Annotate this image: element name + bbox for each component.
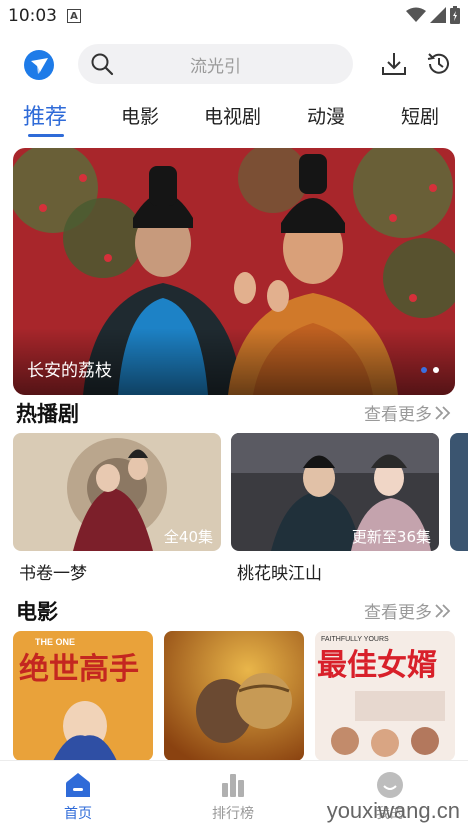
app-logo-icon[interactable] [22, 48, 56, 82]
poster-text: THE ONE [35, 637, 75, 647]
status-bar: 10:03 A [0, 0, 468, 32]
nav-item-ranking[interactable]: 排行榜 [193, 771, 273, 823]
hot-section-header: 热播剧 查看更多 [0, 398, 468, 428]
hot-drama-card[interactable]: 更新至36集 桃花映江山 [231, 433, 439, 584]
top-bar: 流光引 [0, 38, 468, 92]
section-title-hot: 热播剧 [16, 402, 79, 426]
double-chevron-right-icon [435, 405, 451, 420]
watermark-text: youxiwang.cn [326, 798, 460, 823]
poster-text: FAITHFULLY YOURS [321, 636, 389, 643]
movie-poster-card[interactable]: FAITHFULLY YOURS 最佳女婿 [315, 631, 455, 761]
notification-a-icon: A [67, 9, 81, 23]
tab-recommend[interactable]: 推荐 [23, 99, 67, 131]
view-more-hot[interactable]: 查看更多 [364, 400, 452, 425]
wifi-icon [406, 7, 426, 22]
tab-short-drama[interactable]: 短剧 [401, 102, 439, 129]
signal-icon [430, 7, 446, 23]
drama-title: 桃花映江山 [237, 564, 322, 584]
drama-title: 书卷一梦 [19, 564, 87, 584]
poster-image: FAITHFULLY YOURS 最佳女婿 [315, 631, 455, 761]
smiley-profile-icon [377, 772, 403, 798]
bar-chart-icon [222, 774, 244, 797]
episode-badge: 更新至36集 [351, 528, 431, 546]
tab-anime[interactable]: 动漫 [307, 102, 345, 129]
pagination-dot-active [421, 367, 427, 373]
hot-drama-thumbnail: 全40集 [13, 433, 221, 551]
nav-label-ranking: 排行榜 [212, 806, 254, 822]
status-time: 10:03 [8, 6, 57, 26]
tab-active-indicator [28, 134, 64, 137]
poster-text: 绝世高手 [19, 652, 139, 687]
search-bar[interactable]: 流光引 [78, 44, 353, 84]
search-placeholder: 流光引 [190, 56, 241, 77]
movie-poster-card[interactable]: THE ONE 绝世高手 [13, 631, 153, 761]
movie-section-header: 电影 查看更多 [0, 596, 468, 626]
double-chevron-right-icon [435, 603, 451, 618]
poster-text: 最佳女婿 [317, 648, 437, 683]
category-tabs: 推荐 电影 电视剧 动漫 短剧 [0, 96, 468, 140]
view-more-movie[interactable]: 查看更多 [364, 598, 452, 623]
nav-item-home[interactable]: 首页 [38, 771, 118, 823]
episode-badge: 全40集 [163, 528, 213, 546]
tab-tv[interactable]: 电视剧 [204, 102, 261, 129]
poster-image [164, 631, 304, 761]
movie-poster-card[interactable] [164, 631, 304, 761]
download-icon[interactable] [380, 50, 408, 78]
view-more-label: 查看更多 [364, 405, 432, 425]
banner-pagination [421, 367, 439, 373]
hot-drama-card-partial[interactable] [450, 433, 468, 551]
banner-title: 长安的荔枝 [27, 361, 112, 381]
home-icon [66, 773, 90, 797]
hot-drama-thumbnail: 更新至36集 [231, 433, 439, 551]
poster-image: THE ONE 绝世高手 [13, 631, 153, 761]
battery-icon [450, 6, 460, 24]
hero-banner[interactable]: 长安的荔枝 [13, 148, 455, 395]
history-icon[interactable] [425, 50, 453, 78]
section-title-movie: 电影 [16, 600, 58, 624]
pagination-dot [433, 367, 439, 373]
hot-drama-card[interactable]: 全40集 书卷一梦 [13, 433, 221, 584]
status-icons [406, 6, 460, 24]
view-more-label: 查看更多 [364, 603, 432, 623]
tab-movie[interactable]: 电影 [121, 102, 159, 129]
nav-label-home: 首页 [64, 806, 92, 822]
